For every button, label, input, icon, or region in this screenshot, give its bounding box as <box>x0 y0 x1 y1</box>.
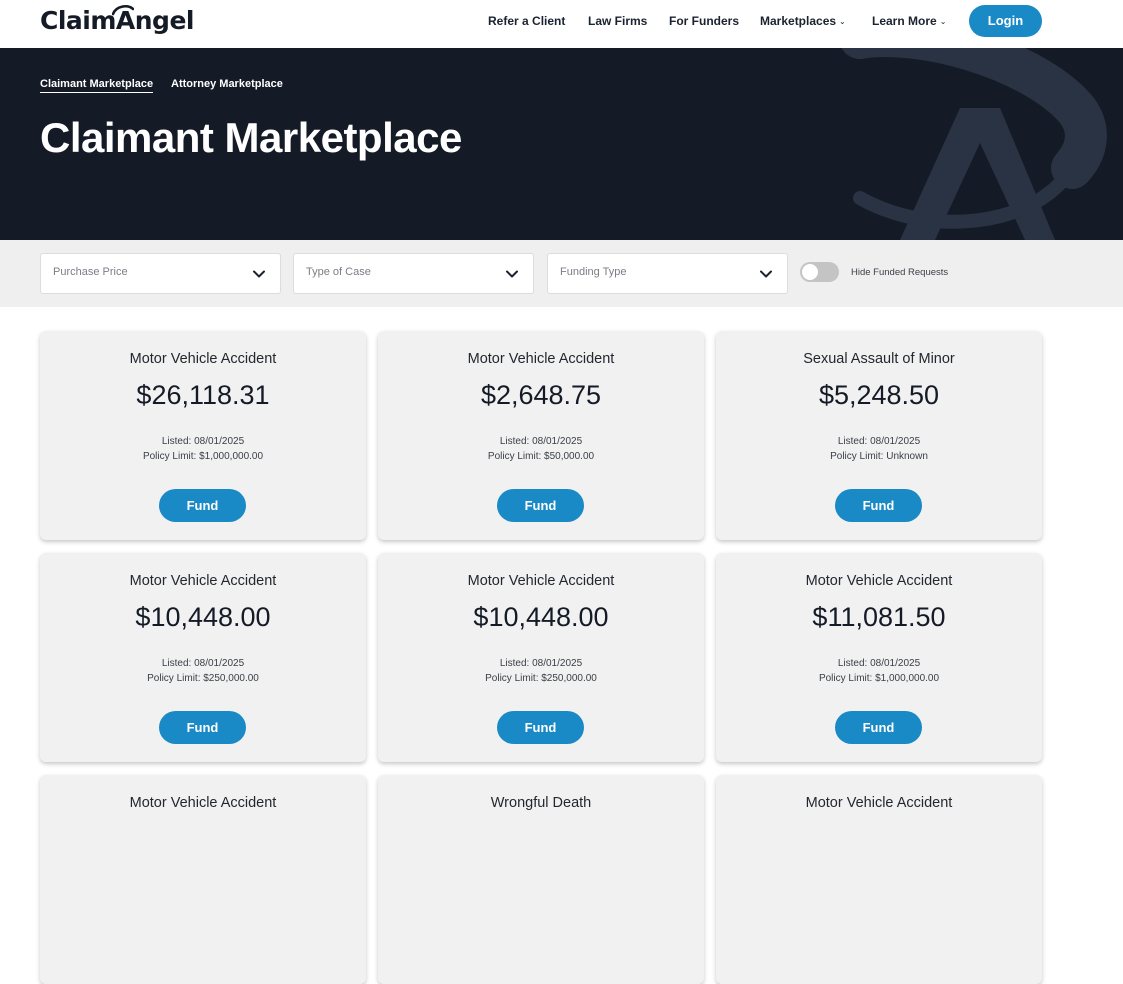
case-type: Motor Vehicle Accident <box>805 573 953 589</box>
chevron-down-icon: ⌄ <box>839 17 846 26</box>
listing-card: Wrongful Death <box>378 775 704 984</box>
chevron-down-icon <box>506 270 518 278</box>
listed-date: Listed: 08/01/2025 <box>499 436 583 447</box>
purchase-price-placeholder: Purchase Price <box>53 266 128 278</box>
policy-limit: Policy Limit: $1,000,000.00 <box>818 673 940 684</box>
fund-button[interactable]: Fund <box>497 711 584 744</box>
top-navigation: ClaimAngel Refer a Client Law Firms For … <box>0 0 1123 48</box>
case-type: Sexual Assault of Minor <box>803 351 955 367</box>
fund-button[interactable]: Fund <box>835 489 922 522</box>
nav-learn-more[interactable]: Learn More ⌄ <box>872 13 946 30</box>
policy-limit: Policy Limit: $250,000.00 <box>485 673 597 684</box>
nav-law-firms[interactable]: Law Firms <box>588 13 647 29</box>
policy-limit: Policy Limit: $250,000.00 <box>147 673 259 684</box>
funding-amount: $10,448.00 <box>135 602 271 632</box>
listing-card: Motor Vehicle Accident $11,081.50 Listed… <box>716 553 1042 762</box>
funding-amount: $2,648.75 <box>480 380 602 410</box>
funding-type-select[interactable]: Funding Type <box>547 253 788 294</box>
case-type: Motor Vehicle Accident <box>129 351 277 367</box>
fund-button[interactable]: Fund <box>159 711 246 744</box>
claimangel-logo[interactable]: ClaimAngel <box>40 4 194 40</box>
page-title: Claimant Marketplace <box>40 114 462 161</box>
nav-for-funders[interactable]: For Funders <box>669 13 739 29</box>
tab-claimant-marketplace[interactable]: Claimant Marketplace <box>40 78 154 93</box>
chevron-down-icon <box>760 270 772 278</box>
case-type: Motor Vehicle Accident <box>805 795 953 811</box>
type-of-case-placeholder: Type of Case <box>306 266 371 278</box>
case-type: Wrongful Death <box>490 795 592 811</box>
case-type: Motor Vehicle Accident <box>467 573 615 589</box>
fund-button[interactable]: Fund <box>497 489 584 522</box>
listing-card: Motor Vehicle Accident $2,648.75 Listed:… <box>378 331 704 540</box>
hero-banner: Claimant Marketplace Attorney Marketplac… <box>0 48 1123 240</box>
login-button[interactable]: Login <box>969 5 1042 37</box>
funding-amount: $11,081.50 <box>812 602 946 632</box>
listed-date: Listed: 08/01/2025 <box>161 436 245 447</box>
listing-card: Motor Vehicle Accident <box>716 775 1042 984</box>
case-type: Motor Vehicle Accident <box>467 351 615 367</box>
listed-date: Listed: 08/01/2025 <box>161 658 245 669</box>
case-type: Motor Vehicle Accident <box>129 573 277 589</box>
listing-card: Motor Vehicle Accident <box>40 775 366 984</box>
policy-limit: Policy Limit: $50,000.00 <box>487 451 595 462</box>
tab-attorney-marketplace[interactable]: Attorney Marketplace <box>171 78 283 92</box>
halo-icon <box>112 4 134 16</box>
listing-grid: Motor Vehicle Accident $26,118.31 Listed… <box>0 307 1123 984</box>
chevron-down-icon <box>253 270 265 278</box>
fund-button[interactable]: Fund <box>159 489 246 522</box>
funding-amount: $10,448.00 <box>473 602 609 632</box>
listed-date: Listed: 08/01/2025 <box>837 658 921 669</box>
purchase-price-select[interactable]: Purchase Price <box>40 253 281 294</box>
type-of-case-select[interactable]: Type of Case <box>293 253 534 294</box>
listing-card: Motor Vehicle Accident $10,448.00 Listed… <box>378 553 704 762</box>
funding-amount: $5,248.50 <box>818 380 940 410</box>
listed-date: Listed: 08/01/2025 <box>837 436 921 447</box>
chevron-down-icon: ⌄ <box>939 17 947 26</box>
funding-type-placeholder: Funding Type <box>560 266 627 278</box>
nav-refer-a-client[interactable]: Refer a Client <box>488 13 565 29</box>
listing-card: Sexual Assault of Minor $5,248.50 Listed… <box>716 331 1042 540</box>
funding-amount: $26,118.31 <box>136 380 270 410</box>
policy-limit: Policy Limit: $1,000,000.00 <box>142 451 264 462</box>
hide-funded-toggle[interactable] <box>800 262 839 282</box>
policy-limit: Policy Limit: Unknown <box>830 451 928 462</box>
angel-logo-watermark-icon <box>841 48 1107 240</box>
toggle-knob <box>802 264 818 280</box>
fund-button[interactable]: Fund <box>835 711 922 744</box>
listing-card: Motor Vehicle Accident $26,118.31 Listed… <box>40 331 366 540</box>
listing-card: Motor Vehicle Accident $10,448.00 Listed… <box>40 553 366 762</box>
listed-date: Listed: 08/01/2025 <box>499 658 583 669</box>
filter-bar: Purchase Price Type of Case Funding Type <box>0 240 1123 307</box>
nav-marketplaces[interactable]: Marketplaces ⌄ <box>760 13 846 30</box>
hide-funded-label: Hide Funded Requests <box>851 267 949 278</box>
case-type: Motor Vehicle Accident <box>129 795 277 811</box>
